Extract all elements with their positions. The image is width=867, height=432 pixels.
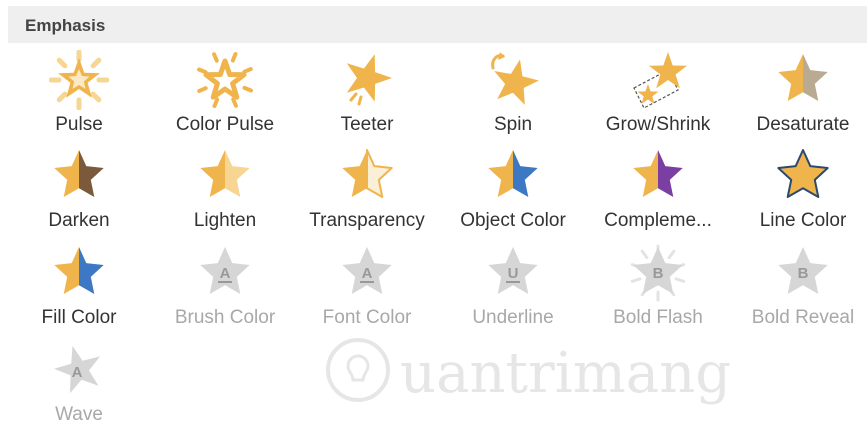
effect-label: Darken [48, 210, 110, 231]
effect-label: Lighten [193, 210, 257, 231]
object-color-icon [483, 146, 543, 206]
effect-label: Fill Color [41, 307, 117, 328]
svg-text:A: A [72, 364, 83, 381]
effect-object-color[interactable]: Object Color [443, 146, 583, 238]
effect-fill-color[interactable]: Fill Color [9, 243, 149, 335]
svg-text:B: B [653, 265, 664, 282]
effect-darken[interactable]: Darken [9, 146, 149, 238]
effect-label: Teeter [340, 114, 394, 135]
svg-text:A: A [362, 265, 373, 282]
effect-brush-color[interactable]: A Brush Color [155, 243, 295, 335]
font-color-icon: A [337, 243, 397, 303]
effect-wave[interactable]: A Wave [9, 340, 149, 432]
effect-desaturate[interactable]: Desaturate [733, 50, 867, 142]
brush-color-icon: A [195, 243, 255, 303]
svg-text:A: A [220, 265, 231, 282]
desaturate-icon [773, 50, 833, 110]
effect-teeter[interactable]: Teeter [297, 50, 437, 142]
emphasis-section-header: Emphasis [8, 6, 867, 43]
complementary-color-icon [628, 146, 688, 206]
effect-label: Line Color [759, 210, 847, 231]
transparency-icon [337, 146, 397, 206]
effect-transparency[interactable]: Transparency [297, 146, 437, 238]
effect-lighten[interactable]: Lighten [155, 146, 295, 238]
effect-label: Font Color [322, 307, 412, 328]
effect-label: Object Color [460, 210, 566, 231]
underline-icon: U [483, 243, 543, 303]
section-title: Emphasis [25, 16, 106, 35]
effect-label: Desaturate [756, 114, 850, 135]
effect-label: Bold Flash [613, 307, 703, 328]
effect-pulse[interactable]: Pulse [9, 50, 149, 142]
svg-text:U: U [508, 265, 519, 282]
lighten-icon [195, 146, 255, 206]
effect-label: Grow/Shrink [605, 114, 711, 135]
color-pulse-icon [195, 50, 255, 110]
grow-shrink-icon [628, 50, 688, 110]
wave-icon: A [49, 340, 109, 400]
pulse-icon [49, 50, 109, 110]
effect-underline[interactable]: U Underline [443, 243, 583, 335]
effect-bold-flash[interactable]: B Bold Flash [588, 243, 728, 335]
watermark-logo: uantrimang [320, 330, 740, 420]
effect-label: Spin [493, 114, 533, 135]
teeter-icon [337, 50, 397, 110]
bold-flash-icon: B [628, 243, 688, 303]
effect-color-pulse[interactable]: Color Pulse [155, 50, 295, 142]
effect-label: Brush Color [174, 307, 276, 328]
fill-color-icon [49, 243, 109, 303]
effect-label: Color Pulse [175, 114, 275, 135]
svg-text:B: B [798, 265, 809, 282]
effect-complementary-color[interactable]: Compleme... [588, 146, 728, 238]
bold-reveal-icon: B [773, 243, 833, 303]
effect-label: Pulse [55, 114, 103, 135]
line-color-icon [773, 146, 833, 206]
effect-line-color[interactable]: Line Color [733, 146, 867, 238]
spin-icon [483, 50, 543, 110]
darken-icon [49, 146, 109, 206]
watermark-text: uantrimang [400, 341, 731, 406]
effect-label: Transparency [309, 210, 425, 231]
effect-grow-shrink[interactable]: Grow/Shrink [588, 50, 728, 142]
effect-label: Underline [472, 307, 554, 328]
effect-bold-reveal[interactable]: B Bold Reveal [733, 243, 867, 335]
effect-spin[interactable]: Spin [443, 50, 583, 142]
effect-label: Compleme... [604, 210, 712, 231]
effect-label: Bold Reveal [751, 307, 855, 328]
effect-font-color[interactable]: A Font Color [297, 243, 437, 335]
